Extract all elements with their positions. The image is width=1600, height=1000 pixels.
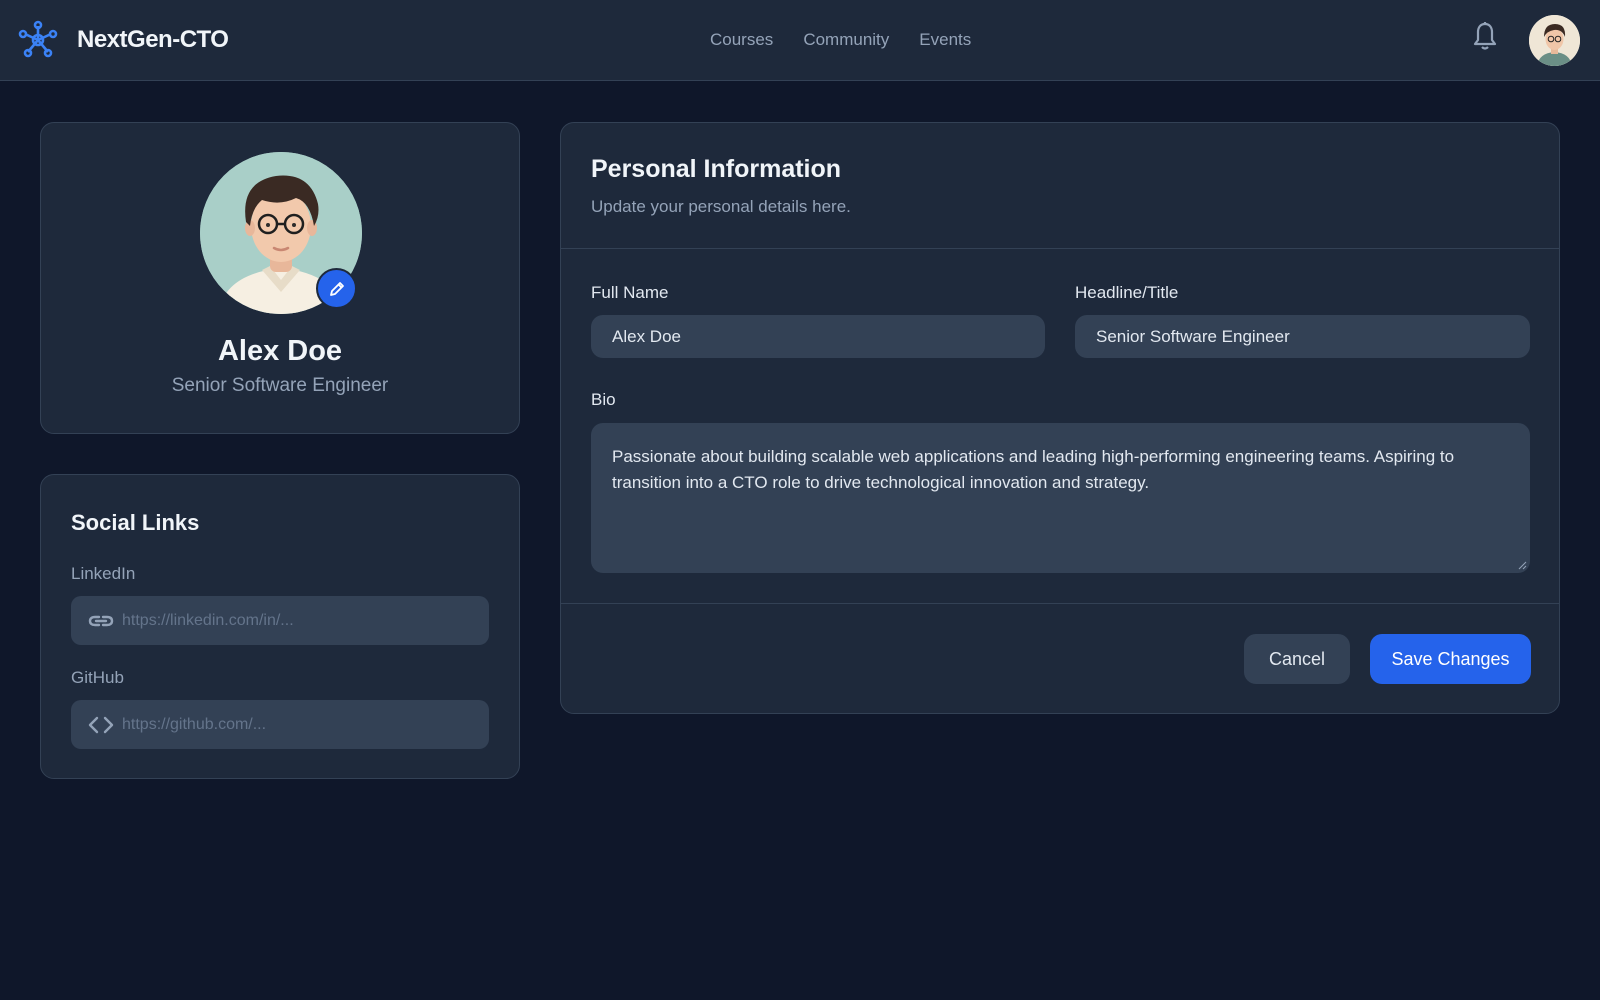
bio-label: Bio <box>591 390 616 409</box>
nav-item-courses[interactable]: Courses <box>710 30 773 50</box>
github-input[interactable]: https://github.com/... <box>71 700 489 749</box>
profile-name: Alex Doe <box>217 335 343 367</box>
personal-information-header: Personal Information Update your persona… <box>561 123 1559 249</box>
linkedin-input[interactable]: https://linkedin.com/in/... <box>71 596 489 645</box>
github-placeholder: https://github.com/... <box>122 715 267 733</box>
personal-information-subheading: Update your personal details here. <box>591 197 851 216</box>
link-icon <box>88 615 114 626</box>
network-logo-icon <box>18 20 58 58</box>
github-label: GitHub <box>71 668 124 687</box>
profile-summary-card: Alex Doe Senior Software Engineer <box>40 122 520 434</box>
linkedin-label: LinkedIn <box>71 564 136 583</box>
pencil-icon <box>329 281 344 296</box>
headline-value: Senior Software Engineer <box>1096 326 1290 346</box>
nav-item-community[interactable]: Community <box>803 30 889 50</box>
social-links-card: Social Links LinkedIn https://linkedin.c… <box>40 474 520 779</box>
full-name-input[interactable]: Alex Doe <box>591 315 1045 358</box>
brand[interactable]: NextGen-CTO <box>18 20 229 60</box>
profile-title: Senior Software Engineer <box>171 375 389 396</box>
bio-value: Passionate about building scalable web a… <box>612 447 1455 492</box>
cancel-button[interactable]: Cancel <box>1244 634 1350 684</box>
headline-label: Headline/Title <box>1075 283 1179 302</box>
avatar-illustration <box>1529 15 1580 66</box>
headline-input[interactable]: Senior Software Engineer <box>1075 315 1530 358</box>
top-navigation-bar: NextGen-CTO Courses Community Events <box>0 0 1600 81</box>
nav-item-events[interactable]: Events <box>919 30 971 50</box>
user-avatar[interactable] <box>1529 15 1580 66</box>
code-icon <box>88 716 114 733</box>
edit-avatar-button[interactable] <box>316 268 357 309</box>
personal-information-heading: Personal Information <box>591 155 842 183</box>
full-name-value: Alex Doe <box>612 326 681 346</box>
brand-name: NextGen-CTO <box>77 26 229 53</box>
bio-textarea[interactable]: Passionate about building scalable web a… <box>591 423 1530 573</box>
full-name-label: Full Name <box>591 283 669 302</box>
main-nav: Courses Community Events <box>710 30 971 50</box>
resize-handle-icon[interactable] <box>1517 560 1527 570</box>
linkedin-placeholder: https://linkedin.com/in/... <box>122 611 294 629</box>
social-links-heading: Social Links <box>71 510 200 535</box>
bell-icon[interactable] <box>1472 21 1498 51</box>
personal-information-card: Personal Information Update your persona… <box>560 122 1560 714</box>
form-footer-divider <box>561 603 1559 604</box>
save-changes-button[interactable]: Save Changes <box>1370 634 1531 684</box>
